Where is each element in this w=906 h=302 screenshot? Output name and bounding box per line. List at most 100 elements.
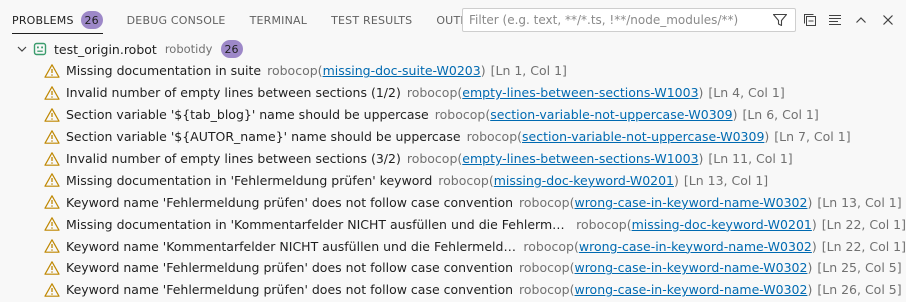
problem-message: Missing documentation in 'Fehlermeldung … [66, 172, 433, 188]
tab-label: TERMINAL [249, 13, 308, 27]
problem-location: [Ln 7, Col 1] [774, 129, 851, 145]
problem-row[interactable]: Keyword name 'Kommentarfelder NICHT ausf… [0, 235, 906, 257]
problem-source-name: robocop [438, 172, 489, 188]
file-problem-count-badge: 26 [220, 40, 243, 58]
tab-problems[interactable]: PROBLEMS 26 [0, 0, 115, 40]
problems-count-badge: 26 [80, 11, 103, 29]
problem-source: robocop(wrong-case-in-keyword-name-W0302… [519, 260, 813, 276]
problem-source: robocop(missing-doc-keyword-W0201) [576, 216, 817, 232]
warning-icon [44, 172, 60, 188]
problem-code-link[interactable]: wrong-case-in-keyword-name-W0302 [574, 282, 807, 297]
problem-message: Keyword name 'Kommentarfelder NICHT ausf… [66, 238, 517, 254]
problem-message: Keyword name 'Fehlermeldung prüfen' does… [66, 282, 514, 298]
warning-icon [44, 194, 60, 210]
problem-source: robocop(section-variable-not-uppercase-W… [466, 129, 770, 145]
problem-code-link[interactable]: wrong-case-in-keyword-name-W0302 [574, 260, 807, 275]
problem-row[interactable]: Invalid number of empty lines between se… [0, 148, 906, 170]
warning-icon [44, 282, 60, 298]
problem-source-name: robocop [267, 63, 318, 79]
problem-source: robocop(empty-lines-between-sections-W10… [406, 85, 704, 101]
problem-source: robocop(wrong-case-in-keyword-name-W0302… [523, 238, 817, 254]
problem-row[interactable]: Keyword name 'Fehlermeldung prüfen' does… [0, 257, 906, 279]
problems-panel: PROBLEMS 26 DEBUG CONSOLE TERMINAL TEST … [0, 0, 906, 302]
problem-row[interactable]: Keyword name 'Fehlermeldung prüfen' does… [0, 279, 906, 301]
problems-tree: test_origin.robot robotidy 26 Missing do… [0, 38, 906, 301]
problem-source: robocop(missing-doc-suite-W0203) [267, 63, 486, 79]
robot-file-icon [32, 41, 48, 57]
problem-location: [Ln 13, Col 1] [817, 194, 902, 210]
problem-source: robocop(wrong-case-in-keyword-name-W0302… [519, 282, 813, 298]
warning-icon [44, 63, 60, 79]
chevron-up-icon[interactable] [850, 9, 872, 31]
problem-code-link[interactable]: missing-doc-keyword-W0201 [494, 173, 674, 188]
file-directory: robotidy [164, 42, 213, 56]
problem-message: Keyword name 'Fehlermeldung prüfen' does… [66, 260, 514, 276]
problem-row[interactable]: Keyword name 'Fehlermeldung prüfen' does… [0, 191, 906, 213]
tab-terminal[interactable]: TERMINAL [238, 0, 320, 40]
warning-icon [44, 107, 60, 123]
problem-location: [Ln 6, Col 1] [742, 107, 819, 123]
problem-message: Missing documentation in suite [66, 63, 262, 79]
problem-source: robocop(section-variable-not-uppercase-W… [434, 107, 738, 123]
problem-source-name: robocop [523, 238, 574, 254]
problem-location: [Ln 11, Col 1] [708, 151, 793, 166]
problem-row[interactable]: Missing documentation in 'Fehlermeldung … [0, 169, 906, 191]
problem-row[interactable]: Missing documentation in suite robocop(mi… [0, 60, 906, 82]
problem-message: Missing documentation in 'Kommentarfelde… [66, 216, 570, 232]
problem-message: Section variable '${tab_blog}' name shou… [66, 107, 429, 123]
warning-icon [44, 151, 60, 167]
problem-code-link[interactable]: section-variable-not-uppercase-W0309 [490, 107, 732, 122]
problem-source-name: robocop [406, 85, 458, 101]
problem-row[interactable]: Invalid number of empty lines between se… [0, 82, 906, 104]
filter-input[interactable] [463, 10, 769, 30]
file-group-row[interactable]: test_origin.robot robotidy 26 [0, 38, 906, 60]
problem-code-link[interactable]: section-variable-not-uppercase-W0309 [522, 129, 764, 144]
problem-row[interactable]: Section variable '${AUTOR_name}' name sh… [0, 126, 906, 148]
problem-row[interactable]: Missing documentation in 'Kommentarfelde… [0, 213, 906, 235]
problem-location: [Ln 13, Col 1] [683, 172, 769, 188]
problem-code-link[interactable]: empty-lines-between-sections-W1003 [462, 85, 698, 100]
problem-code-link[interactable]: wrong-case-in-keyword-name-W0302 [579, 239, 812, 254]
warning-icon [44, 129, 60, 145]
problem-location: [Ln 25, Col 5] [817, 260, 902, 276]
tab-label: DEBUG CONSOLE [126, 13, 226, 27]
problem-message: Section variable '${AUTOR_name}' name sh… [66, 129, 461, 145]
problem-source-name: robocop [519, 282, 570, 298]
problem-code-link[interactable]: missing-doc-keyword-W0201 [632, 217, 812, 232]
file-name: test_origin.robot [54, 41, 157, 57]
problem-code-link[interactable]: missing-doc-suite-W0203 [323, 63, 481, 78]
filter-box [462, 8, 796, 32]
problem-message: Invalid number of empty lines between se… [66, 85, 401, 101]
tab-label: PROBLEMS [12, 13, 74, 27]
collapse-all-icon[interactable] [799, 9, 821, 31]
problem-source-name: robocop [519, 194, 570, 210]
tab-debug-console[interactable]: DEBUG CONSOLE [115, 0, 238, 40]
problem-source-name: robocop [519, 260, 570, 276]
problem-location: [Ln 26, Col 5] [817, 282, 902, 298]
warning-icon [44, 216, 60, 232]
problem-source-name: robocop [434, 107, 486, 123]
problem-row[interactable]: Section variable '${tab_blog}' name shou… [0, 104, 906, 126]
close-icon[interactable] [877, 9, 899, 31]
problem-source-name: robocop [406, 151, 458, 166]
warning-icon [44, 238, 60, 254]
view-as-list-icon[interactable] [824, 9, 846, 31]
problem-location: [Ln 22, Col 1] [821, 216, 906, 232]
warning-icon [44, 260, 60, 276]
problem-code-link[interactable]: wrong-case-in-keyword-name-W0302 [574, 195, 807, 210]
chevron-down-icon[interactable] [14, 41, 30, 57]
problem-source-name: robocop [576, 216, 627, 232]
tab-test-results[interactable]: TEST RESULTS [319, 0, 424, 40]
filter-icon[interactable] [769, 9, 791, 31]
problem-source: robocop(wrong-case-in-keyword-name-W0302… [519, 194, 813, 210]
problem-message: Keyword name 'Fehlermeldung prüfen' does… [66, 194, 514, 210]
problem-code-link[interactable]: empty-lines-between-sections-W1003 [462, 151, 698, 166]
tab-label: TEST RESULTS [331, 13, 413, 27]
problem-source-name: robocop [466, 129, 518, 145]
problem-location: [Ln 22, Col 1] [821, 238, 906, 254]
warning-icon [44, 85, 60, 101]
problem-location: [Ln 1, Col 1] [490, 63, 567, 79]
problem-source: robocop(empty-lines-between-sections-W10… [406, 151, 704, 166]
problem-location: [Ln 4, Col 1] [708, 85, 785, 101]
problem-source: robocop(missing-doc-keyword-W0201) [438, 172, 679, 188]
